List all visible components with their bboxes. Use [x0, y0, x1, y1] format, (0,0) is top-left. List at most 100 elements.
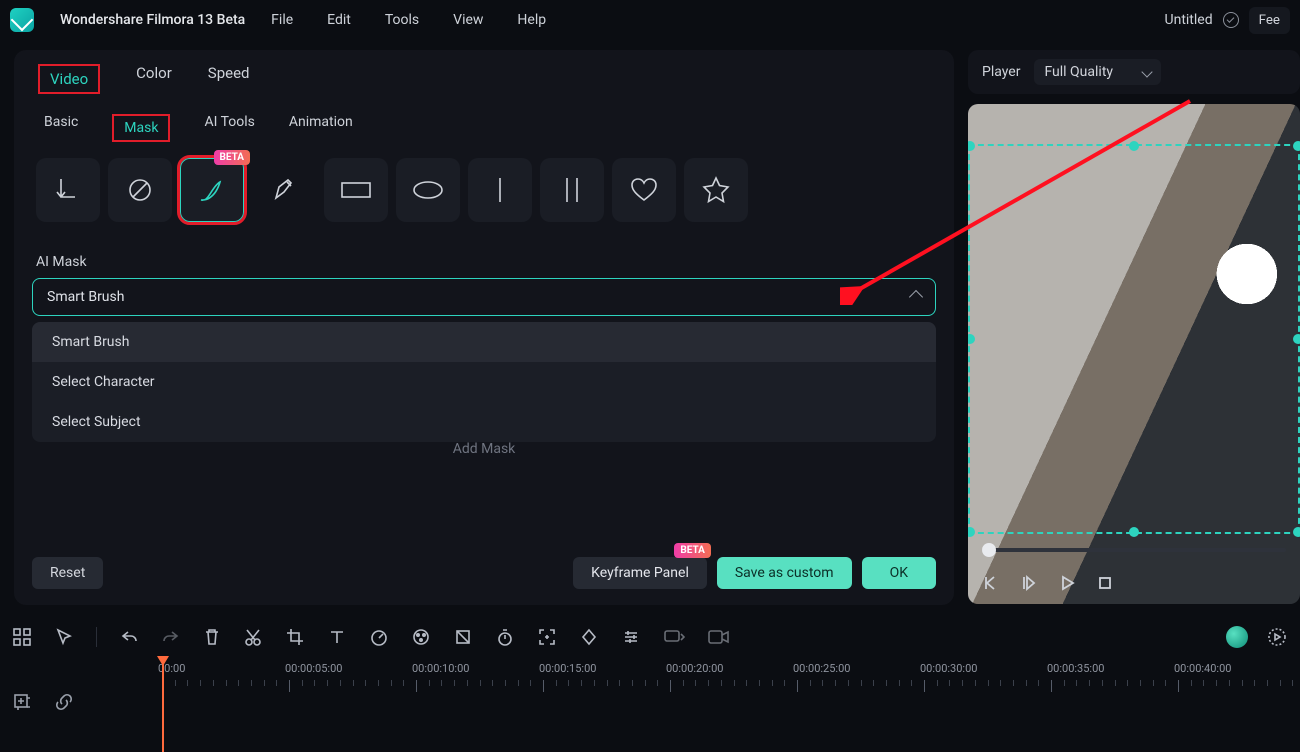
subtab-ai-tools[interactable]: AI Tools — [204, 114, 254, 142]
handle-tr[interactable] — [1293, 141, 1300, 151]
player-quality-dropdown[interactable]: Full Quality — [1034, 59, 1161, 85]
sub-tabs: Basic Mask AI Tools Animation — [14, 100, 954, 152]
ai-assist-icon[interactable] — [1226, 626, 1248, 648]
option-select-subject[interactable]: Select Subject — [32, 402, 936, 442]
timeline: 00:0000:00:05:0000:00:10:0000:00:15:0000… — [0, 618, 1300, 740]
delete-icon[interactable] — [203, 627, 221, 647]
handle-tl[interactable] — [968, 141, 975, 151]
apps-icon[interactable] — [12, 627, 32, 647]
reset-button[interactable]: Reset — [32, 557, 103, 589]
player-bar: Player Full Quality — [968, 50, 1300, 94]
step-back-icon[interactable] — [1020, 574, 1038, 592]
time-label: 00:00:15:00 — [539, 662, 596, 675]
ok-button[interactable]: OK — [862, 557, 936, 589]
handle-ml[interactable] — [968, 334, 975, 344]
subtab-animation[interactable]: Animation — [289, 114, 353, 142]
time-label: 00:00:35:00 — [1047, 662, 1104, 675]
subtitle-icon[interactable] — [663, 627, 685, 647]
text-icon[interactable] — [327, 627, 347, 647]
mask-tool-row: BETA — [14, 152, 954, 228]
primary-tabs: Video Color Speed — [14, 50, 954, 100]
chevron-down-icon — [1141, 66, 1152, 77]
link-icon[interactable] — [54, 692, 74, 712]
mask-brush-icon[interactable] — [180, 158, 244, 222]
transport-controls — [982, 574, 1114, 592]
mask-star-icon[interactable] — [684, 158, 748, 222]
mask-rect-icon[interactable] — [324, 158, 388, 222]
mask-circle-slash-icon[interactable] — [108, 158, 172, 222]
add-mask-button[interactable]: Add Mask — [14, 441, 954, 459]
focus-icon[interactable] — [537, 627, 557, 647]
option-smart-brush[interactable]: Smart Brush — [32, 322, 936, 362]
keyframe-panel-button[interactable]: Keyframe Panel — [573, 557, 707, 589]
saved-check-icon — [1223, 12, 1239, 28]
ai-mask-selected: Smart Brush — [47, 289, 124, 305]
separator — [96, 627, 97, 647]
beta-badge: BETA — [214, 150, 251, 165]
add-track-icon[interactable] — [12, 692, 32, 712]
play-icon[interactable] — [1058, 574, 1076, 592]
inspector-panel: Video Color Speed Basic Mask AI Tools An… — [14, 50, 954, 605]
feedback-button[interactable]: Fee — [1249, 7, 1290, 34]
menu-view[interactable]: View — [453, 12, 483, 28]
time-label: 00:00:05:00 — [285, 662, 342, 675]
mask-heart-icon[interactable] — [612, 158, 676, 222]
timer-icon[interactable] — [495, 627, 515, 647]
time-label: 00:00:40:00 — [1174, 662, 1231, 675]
preview-scrubber[interactable] — [982, 548, 1286, 552]
option-select-character[interactable]: Select Character — [32, 362, 936, 402]
menu-help[interactable]: Help — [517, 12, 546, 28]
chevron-up-icon — [909, 290, 923, 304]
redo-icon[interactable] — [161, 627, 181, 647]
mask-pen-icon[interactable] — [252, 158, 316, 222]
track-header — [12, 692, 74, 712]
ai-mask-dropdown[interactable]: Smart Brush — [32, 278, 936, 316]
adjust-icon[interactable] — [621, 627, 641, 647]
mask-split-v-icon[interactable] — [468, 158, 532, 222]
color-icon[interactable] — [411, 627, 431, 647]
handle-br[interactable] — [1293, 527, 1300, 537]
cut-icon[interactable] — [243, 627, 263, 647]
ai-mask-label: AI Mask — [14, 228, 954, 278]
app-name: Wondershare Filmora 13 Beta — [60, 12, 245, 28]
render-icon[interactable] — [1266, 626, 1288, 648]
stop-icon[interactable] — [1096, 574, 1114, 592]
handle-bm[interactable] — [1129, 527, 1139, 537]
transform-icon[interactable] — [453, 627, 473, 647]
tab-color[interactable]: Color — [136, 64, 172, 94]
undo-icon[interactable] — [119, 627, 139, 647]
mask-split-double-icon[interactable] — [540, 158, 604, 222]
playhead[interactable] — [162, 658, 164, 752]
handle-mr[interactable] — [1293, 334, 1300, 344]
menu-edit[interactable]: Edit — [327, 12, 351, 28]
prev-frame-icon[interactable] — [982, 574, 1000, 592]
preview-viewport[interactable] — [968, 104, 1300, 604]
titlebar: Wondershare Filmora 13 Beta File Edit To… — [0, 0, 1300, 40]
player-label: Player — [982, 64, 1020, 80]
cursor-icon[interactable] — [54, 627, 74, 647]
menu-tools[interactable]: Tools — [385, 12, 419, 28]
mask-none-icon[interactable] — [36, 158, 100, 222]
ai-mask-options: Smart Brush Select Character Select Subj… — [32, 322, 936, 442]
subtab-basic[interactable]: Basic — [44, 114, 78, 142]
record-icon[interactable] — [707, 628, 731, 646]
speed-icon[interactable] — [369, 627, 389, 647]
time-label: 00:00:30:00 — [920, 662, 977, 675]
time-label: 00:00:10:00 — [412, 662, 469, 675]
handle-tm[interactable] — [1129, 141, 1139, 151]
menu-file[interactable]: File — [271, 12, 293, 28]
kf-beta-badge: BETA — [674, 543, 711, 558]
crop-icon[interactable] — [285, 627, 305, 647]
main-menu: File Edit Tools View Help — [271, 12, 546, 28]
tab-video[interactable]: Video — [50, 70, 88, 88]
save-as-custom-button[interactable]: Save as custom — [717, 557, 852, 589]
mask-ellipse-icon[interactable] — [396, 158, 460, 222]
subtab-mask[interactable]: Mask — [124, 120, 158, 136]
player-quality-value: Full Quality — [1044, 64, 1113, 80]
time-label: 00:00:25:00 — [793, 662, 850, 675]
keyframe-icon[interactable] — [579, 627, 599, 647]
tab-speed[interactable]: Speed — [208, 64, 250, 94]
selection-frame[interactable] — [968, 144, 1300, 534]
timeline-ruler[interactable]: 00:0000:00:05:0000:00:10:0000:00:15:0000… — [162, 662, 1288, 722]
scrubber-handle[interactable] — [982, 543, 996, 557]
